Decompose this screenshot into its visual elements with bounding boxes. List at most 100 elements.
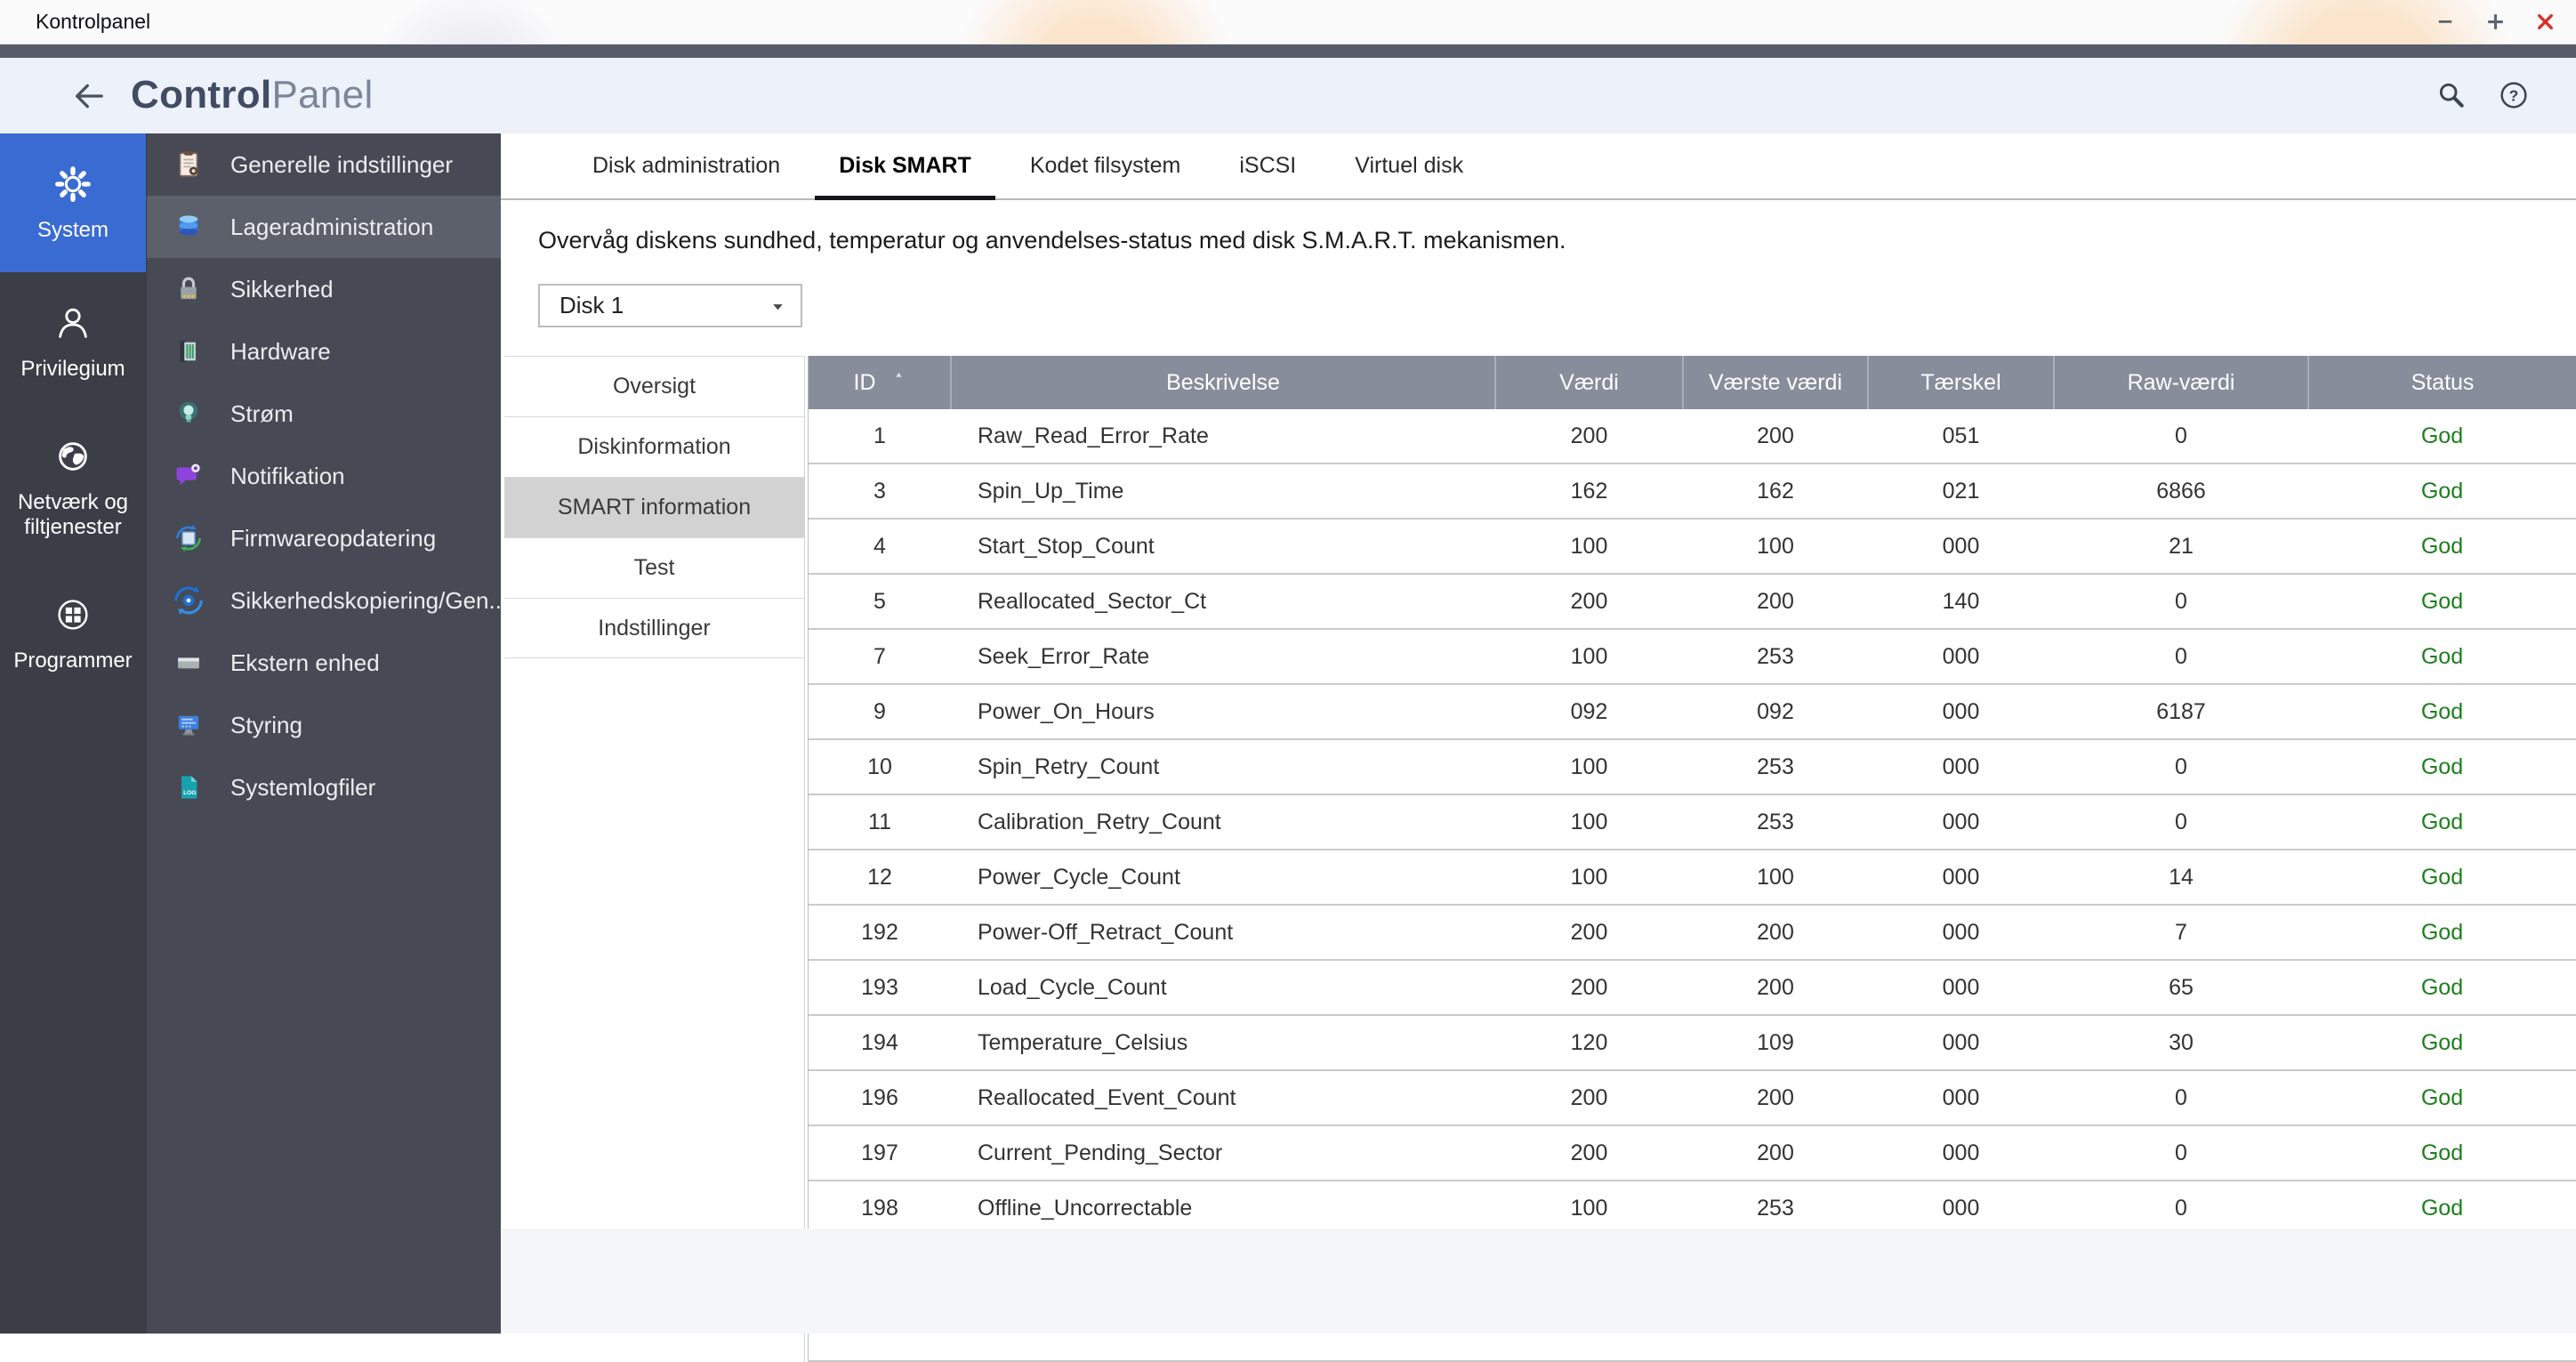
sidebar-item-styring[interactable]: Styring (147, 694, 501, 756)
cell-description: Reallocated_Event_Count (951, 1070, 1495, 1126)
tab-disk-smart[interactable]: Disk SMART (815, 133, 995, 200)
sidebar-item-generelle-indstillinger[interactable]: Generelle indstillinger (147, 133, 501, 196)
close-button[interactable] (2530, 6, 2560, 36)
firmware-chip-icon (172, 521, 205, 555)
sidebar-category-label: System (36, 217, 109, 242)
cell-raw-value: 0 (2054, 1181, 2308, 1237)
table-row[interactable]: 5 Reallocated_Sector_Ct 200 200 140 0 Go… (809, 574, 2576, 630)
subnav-smart-information[interactable]: SMART information (504, 477, 804, 537)
sidebar-item-label: Styring (230, 711, 302, 738)
column-header[interactable]: Værste værdi (1683, 356, 1869, 409)
subnav-test[interactable]: Test (504, 537, 804, 598)
gear-icon (52, 164, 93, 205)
cell-worst-value: 200 (1683, 574, 1868, 630)
sidebar-item-label: Hardware (230, 337, 331, 365)
subnav-oversigt[interactable]: Oversigt (504, 356, 804, 416)
help-icon[interactable] (2496, 77, 2532, 113)
cell-threshold: 000 (1868, 519, 2054, 575)
cell-raw-value: 7 (2054, 905, 2308, 961)
sidebar-category-netvaerk[interactable]: Netværk og filtjenester (0, 411, 146, 564)
cell-threshold: 021 (1868, 463, 2054, 520)
search-icon[interactable] (2434, 77, 2469, 113)
column-header[interactable]: Tærskel (1868, 356, 2055, 409)
table-row[interactable]: 4 Start_Stop_Count 100 100 000 21 God (809, 519, 2576, 575)
sidebar-item-ekstern-enhed[interactable]: Ekstern enhed (147, 632, 501, 694)
header-strip (0, 44, 2576, 58)
minimize-button[interactable] (2430, 6, 2460, 36)
cell-threshold: 000 (1868, 905, 2054, 961)
sidebar-item-systemlogfiler[interactable]: Systemlogfiler (147, 756, 501, 818)
sidebar-category-programmer[interactable]: Programmer (0, 564, 146, 703)
cell-worst-value: 200 (1683, 960, 1868, 1016)
column-header[interactable]: Raw-værdi (2054, 356, 2309, 409)
sidebar-item-hardware[interactable]: Hardware (147, 320, 501, 383)
tab-kodet-filsystem[interactable]: Kodet filsystem (1006, 133, 1205, 198)
subnav-diskinformation[interactable]: Diskinformation (504, 416, 804, 477)
cell-worst-value: 253 (1683, 739, 1868, 795)
tab-disk-administration[interactable]: Disk administration (568, 133, 804, 198)
cell-status: God (2308, 1125, 2576, 1181)
sidebar-item-label: Lageradministration (230, 213, 434, 240)
chevron-down-icon (768, 297, 788, 318)
back-arrow-icon[interactable] (71, 78, 107, 114)
table-row[interactable]: 198 Offline_Uncorrectable 100 253 000 0 … (809, 1181, 2576, 1237)
table-row[interactable]: 1 Raw_Read_Error_Rate 200 200 051 0 God (809, 409, 2576, 464)
sidebar-category-privilegium[interactable]: Privilegium (0, 272, 146, 411)
table-row[interactable]: 10 Spin_Retry_Count 100 253 000 0 God (809, 739, 2576, 795)
maximize-button[interactable] (2480, 6, 2510, 36)
cell-description: Power-Off_Retract_Count (951, 905, 1495, 961)
cell-id: 198 (809, 1181, 951, 1237)
table-row[interactable]: 194 Temperature_Celsius 120 109 000 30 G… (809, 1015, 2576, 1071)
sidebar-item-sikkerhed[interactable]: Sikkerhed (147, 258, 501, 320)
cell-raw-value: 6866 (2054, 463, 2308, 520)
cell-raw-value: 21 (2054, 519, 2308, 575)
table-row[interactable]: 3 Spin_Up_Time 162 162 021 6866 God (809, 463, 2576, 520)
table-row[interactable]: 196 Reallocated_Event_Count 200 200 000 … (809, 1070, 2576, 1126)
table-row[interactable]: 11 Calibration_Retry_Count 100 253 000 0… (809, 794, 2576, 850)
sidebar-item-strom[interactable]: Strøm (147, 383, 501, 445)
sidebar-item-firmwareopdatering[interactable]: Firmwareopdatering (147, 507, 501, 569)
tab-virtuel-disk[interactable]: Virtuel disk (1331, 133, 1487, 198)
maximize-icon (2484, 11, 2507, 33)
table-row[interactable]: 9 Power_On_Hours 092 092 000 6187 God (809, 684, 2576, 740)
column-header[interactable]: ID (809, 356, 952, 409)
sidebar-item-label: Sikkerhed (230, 275, 334, 302)
disk-selector-dropdown[interactable]: Disk 1 (538, 284, 802, 327)
table-row[interactable]: 197 Current_Pending_Sector 200 200 000 0… (809, 1125, 2576, 1181)
sidebar-item-notifikation[interactable]: Notifikation (147, 445, 501, 507)
cell-description: Seek_Error_Rate (951, 629, 1495, 685)
cell-id: 4 (809, 519, 951, 575)
cell-value: 100 (1495, 629, 1683, 685)
column-header[interactable]: Beskrivelse (951, 356, 1496, 409)
external-drive-icon (172, 646, 205, 680)
sidebar-item-sikkerhedskopiering[interactable]: Sikkerhedskopiering/Gen... (147, 569, 501, 632)
minimize-icon (2435, 11, 2457, 33)
cell-value: 100 (1495, 739, 1683, 795)
tab-iscsi[interactable]: iSCSI (1215, 133, 1320, 198)
subnav-table-divider (804, 356, 805, 1362)
window-titlebar[interactable]: Kontrolpanel (0, 0, 2576, 44)
column-header[interactable]: Værdi (1495, 356, 1684, 409)
cell-worst-value: 253 (1683, 794, 1868, 850)
cell-status: God (2308, 905, 2576, 961)
table-row[interactable]: 192 Power-Off_Retract_Count 200 200 000 … (809, 905, 2576, 961)
sidebar-category-system[interactable]: System (0, 133, 146, 272)
cell-value: 092 (1495, 684, 1683, 740)
table-row[interactable]: 193 Load_Cycle_Count 200 200 000 65 God (809, 960, 2576, 1016)
subnav-indstillinger[interactable]: Indstillinger (504, 598, 804, 658)
column-header-label: ID (853, 370, 876, 395)
sidebar-item-label: Strøm (230, 399, 294, 427)
table-row[interactable]: 7 Seek_Error_Rate 100 253 000 0 God (809, 629, 2576, 685)
cell-threshold: 000 (1868, 1015, 2054, 1071)
sidebar-item-lageradministration[interactable]: Lageradministration (147, 196, 501, 258)
cell-value: 200 (1495, 905, 1683, 961)
cell-id: 1 (809, 409, 951, 464)
column-header[interactable]: Status (2308, 356, 2576, 409)
cell-worst-value: 200 (1683, 1125, 1868, 1181)
column-header-label: Raw-værdi (2127, 369, 2235, 395)
cell-raw-value: 30 (2054, 1015, 2308, 1071)
table-row[interactable]: 12 Power_Cycle_Count 100 100 000 14 God (809, 850, 2576, 906)
cell-threshold: 140 (1868, 574, 2054, 630)
tab-label: iSCSI (1239, 153, 1297, 178)
cell-status: God (2308, 1015, 2576, 1071)
